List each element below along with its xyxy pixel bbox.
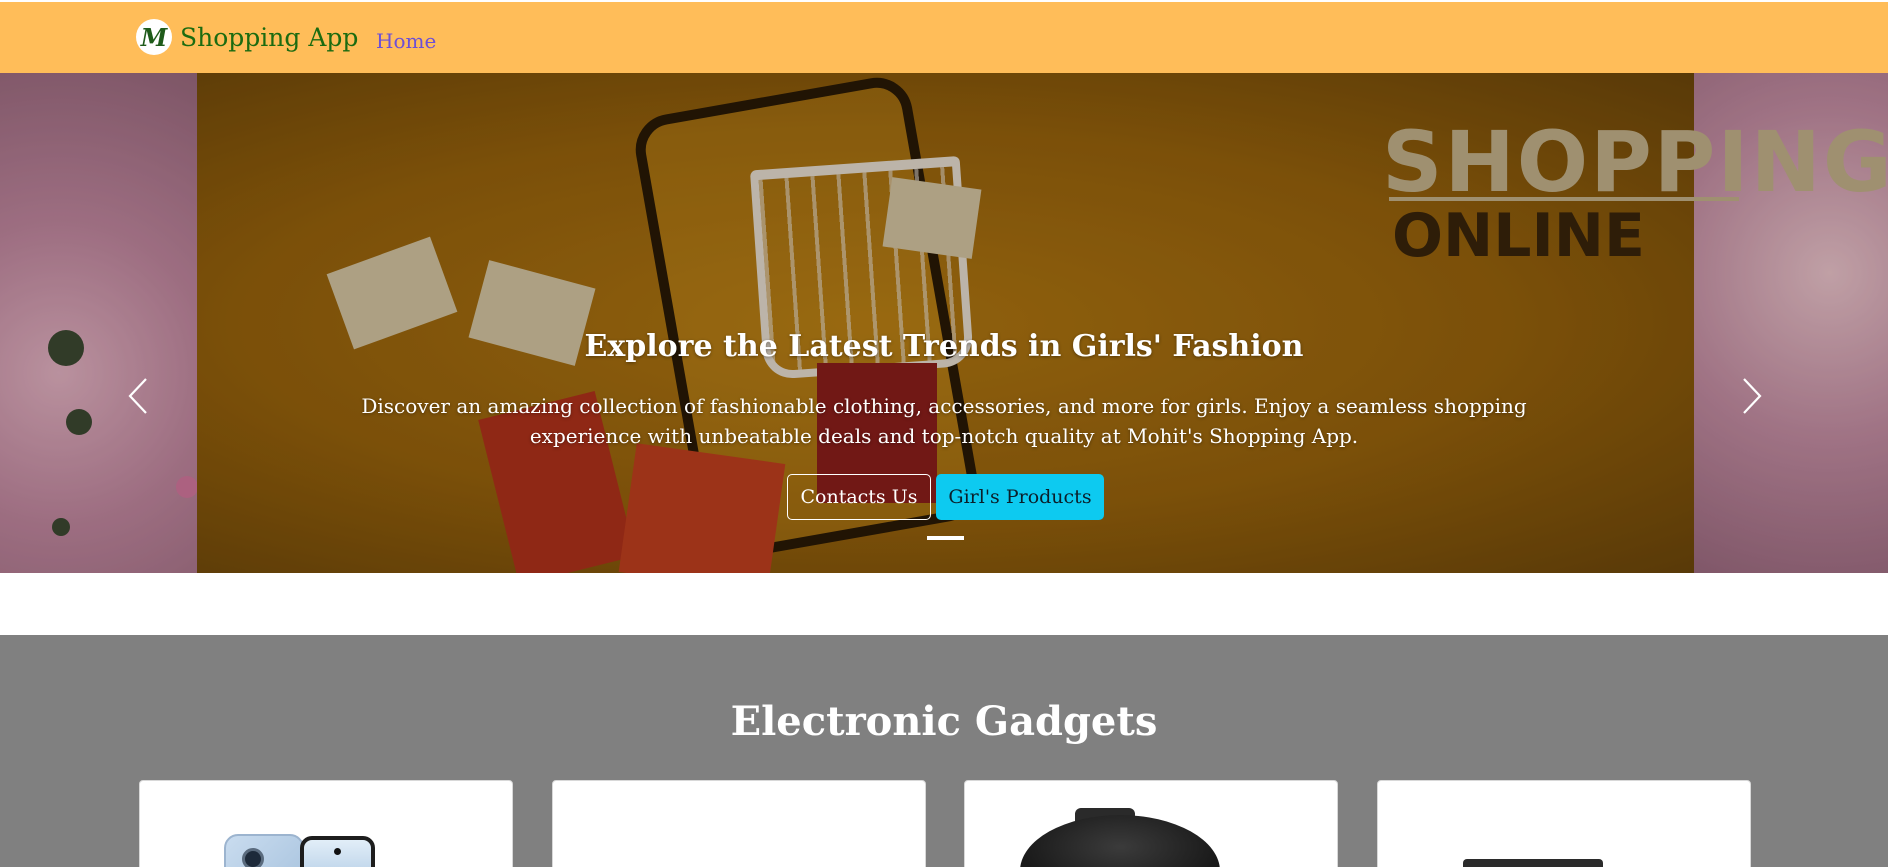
contacts-us-button[interactable]: Contacts Us bbox=[787, 474, 931, 520]
camera-image bbox=[1020, 815, 1220, 867]
product-card[interactable] bbox=[964, 780, 1338, 867]
brand-logo: M bbox=[136, 19, 172, 55]
carousel-prev-button[interactable] bbox=[118, 371, 158, 421]
hero-title: Explore the Latest Trends in Girls' Fash… bbox=[584, 329, 1304, 364]
device-box-image bbox=[1463, 859, 1603, 867]
navbar: M Shopping App Home bbox=[0, 2, 1888, 73]
front-camera-icon bbox=[334, 848, 341, 855]
smartphone-image bbox=[224, 834, 304, 867]
hero-description: Discover an amazing collection of fashio… bbox=[361, 394, 1527, 448]
product-card[interactable] bbox=[1377, 780, 1751, 867]
brand-name: Shopping App bbox=[180, 22, 359, 52]
nav-link-home[interactable]: Home bbox=[376, 29, 436, 53]
carousel-next-button[interactable] bbox=[1732, 371, 1772, 421]
girls-products-button[interactable]: Girl's Products bbox=[936, 474, 1104, 520]
section-title: Electronic Gadgets bbox=[730, 698, 1158, 745]
hero-carousel: SHOPPING ONLINE Explore the Latest Trend… bbox=[0, 73, 1888, 573]
chevron-right-icon bbox=[1743, 378, 1762, 414]
product-card[interactable] bbox=[139, 780, 513, 867]
hero-caption: Explore the Latest Trends in Girls' Fash… bbox=[0, 73, 1888, 573]
chevron-left-icon bbox=[128, 378, 147, 414]
camera-lens-icon bbox=[242, 848, 264, 867]
electronic-gadgets-section: Electronic Gadgets bbox=[0, 635, 1888, 867]
carousel-indicator-active[interactable] bbox=[927, 536, 964, 540]
brand-link[interactable]: M Shopping App bbox=[136, 19, 358, 55]
product-card[interactable] bbox=[552, 780, 926, 867]
smartphone-image bbox=[300, 836, 375, 867]
